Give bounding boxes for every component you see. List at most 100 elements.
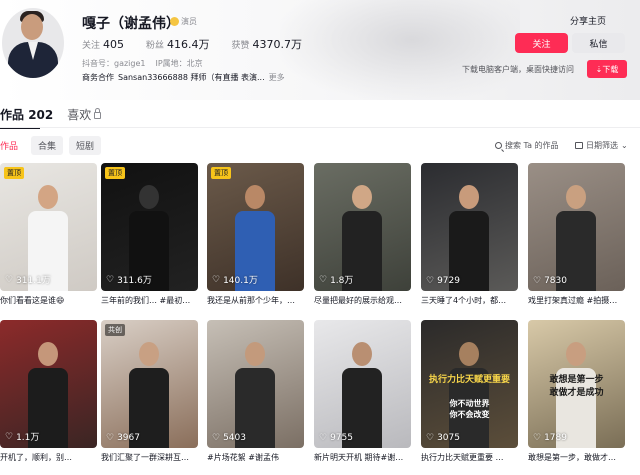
likes-count: 9729 [437,276,460,286]
heart-icon: ♡ [5,431,14,442]
douyin-id: 抖音号：gazige1 [82,59,146,68]
video-thumbnail[interactable]: ♡ 9755 [314,320,411,448]
thumbnail-overlay-subtext: 你不动世界 你不会改变 [449,399,490,419]
heart-icon: ♡ [106,433,115,443]
video-title[interactable]: 我们汇聚了一群深耕互… [101,452,201,463]
video-likes: ♡ 7830 [533,276,567,286]
video-likes: ♡ 1789 [533,433,567,443]
business-text: Sansan33666888 拜师（有直播 表演... [118,73,265,82]
video-title[interactable]: 你们看看这是谁😄 [0,295,100,306]
video-title[interactable]: 尽量把最好的展示给观… [314,295,414,306]
message-button[interactable]: 私信 [572,33,625,53]
video-thumbnail[interactable]: ♡ 7830 [528,163,625,291]
video-thumbnail[interactable]: ♡ 1.8万 [314,163,411,291]
video-title[interactable]: 我还是从前那个少年，… [207,295,307,306]
calendar-icon [575,142,583,149]
profile-ids: 抖音号：gazige1 IP属地：北京 [82,58,203,69]
video-title[interactable]: 戏里打架真过瘾 #拍摄… [528,295,628,306]
verified-icon [170,17,179,26]
more-link[interactable]: 更多 [269,72,285,83]
verified-label: 演员 [181,17,197,26]
tab-divider [0,127,640,128]
video-title[interactable]: #片场花絮 #谢孟伟 [207,452,307,463]
share-profile-link[interactable]: 分享主页 [570,14,606,27]
video-likes: ♡ 5403 [212,433,246,443]
follow-button[interactable]: 关注 [515,33,568,53]
heart-icon: ♡ [212,274,221,285]
download-button[interactable]: ⇣ 下载 [587,60,627,78]
video-likes: ♡ 311.6万 [106,273,152,287]
video-thumbnail[interactable]: 置顶 ♡ 140.1万 [207,163,304,291]
subtab-works[interactable]: 作品 [0,136,25,155]
video-title[interactable]: 三年前的我们… #最初… [101,295,201,306]
sub-tabs: 作品 合集 短剧 [0,136,102,155]
stat-followers[interactable]: 粉丝 416.4万 [146,36,222,52]
video-thumbnail[interactable]: 共创 ♡ 3967 [101,320,198,448]
heart-icon: ♡ [533,276,542,286]
likes-count: 1.8万 [330,276,354,286]
video-likes: ♡ 311.1万 [5,273,51,287]
likes-count: 140.1万 [223,276,258,286]
works-search[interactable]: 搜索 Ta 的作品 [495,140,559,151]
video-thumbnail[interactable]: 执行力比天赋更重要 你不动世界 你不会改变 ♡ 3075 [421,320,518,448]
video-thumbnail[interactable]: 置顶 ♡ 311.1万 [0,163,97,291]
heart-icon: ♡ [533,433,542,443]
tab-works[interactable]: 作品 202 [0,106,53,129]
video-thumbnail[interactable]: ♡ 5403 [207,320,304,448]
likes-count: 9755 [330,433,353,443]
profile-stats: 关注 405 粉丝 416.4万 获赞 4370.7万 [82,36,314,52]
likes-count: 3075 [437,433,460,443]
lock-icon [94,108,102,119]
likes-count: 1789 [544,433,567,443]
video-title[interactable]: 执行力比天赋更重要 … [421,452,521,463]
likes-count: 311.6万 [117,276,152,286]
chevron-down-icon: ⌄ [621,141,628,150]
heart-icon: ♡ [426,433,435,443]
video-title[interactable]: 开机了，顺利，别… [0,452,100,463]
likes-count: 311.1万 [16,276,51,286]
avatar[interactable] [2,8,64,78]
heart-icon: ♡ [319,274,328,285]
pinned-badge: 置顶 [211,167,231,179]
date-filter[interactable]: 日期筛选 ⌄ [575,140,628,151]
tab-likes[interactable]: 喜欢 [67,106,102,123]
header-background-image [280,0,520,100]
pinned-badge: 置顶 [4,167,24,179]
heart-icon: ♡ [5,274,14,285]
video-likes: ♡ 9729 [426,276,460,286]
video-likes: ♡ 9755 [319,433,353,443]
video-likes: ♡ 1.1万 [5,430,40,444]
ip-location: IP属地：北京 [155,59,203,68]
thumbnail-overlay-text: 敢想是第一步 敢做才是成功 [549,375,604,398]
video-thumbnail[interactable]: 置顶 ♡ 311.6万 [101,163,198,291]
subtab-collections[interactable]: 合集 [31,136,64,155]
subtab-short-drama[interactable]: 短剧 [69,136,102,155]
video-likes: ♡ 3075 [426,433,460,443]
video-title[interactable]: 三天睡了4个小时，都… [421,295,521,306]
video-likes: ♡ 3967 [106,433,140,443]
video-title[interactable]: 新片明天开机 期待#谢… [314,452,414,463]
video-thumbnail[interactable]: 敢想是第一步 敢做才是成功 ♡ 1789 [528,320,625,448]
likes-count: 5403 [223,433,246,443]
profile-name: 嘎子（谢孟伟） [82,16,180,32]
likes-count: 3967 [117,433,140,443]
video-thumbnail[interactable]: ♡ 9729 [421,163,518,291]
business-label: 商务合作 [82,73,114,82]
video-likes: ♡ 1.8万 [319,273,354,287]
download-icon: ⇣ [595,64,603,74]
heart-icon: ♡ [106,274,115,285]
likes-count: 7830 [544,276,567,286]
verified-badge: 演员 [170,16,197,27]
heart-icon: ♡ [426,276,435,286]
business-info: 商务合作 Sansan33666888 拜师（有直播 表演... 更多 [82,72,285,83]
likes-count: 1.1万 [16,433,40,443]
video-thumbnail[interactable]: ♡ 1.1万 [0,320,97,448]
profile-tabs: 作品 202 喜欢 [0,106,102,129]
video-likes: ♡ 140.1万 [212,273,258,287]
heart-icon: ♡ [319,433,328,443]
search-icon [495,142,502,149]
stat-likes: 获赞 4370.7万 [231,38,303,51]
search-input[interactable]: 搜索 Ta 的作品 [505,140,559,151]
video-title[interactable]: 敢想是第一步，敢做才… [528,452,628,463]
stat-following[interactable]: 关注 405 [82,38,136,51]
